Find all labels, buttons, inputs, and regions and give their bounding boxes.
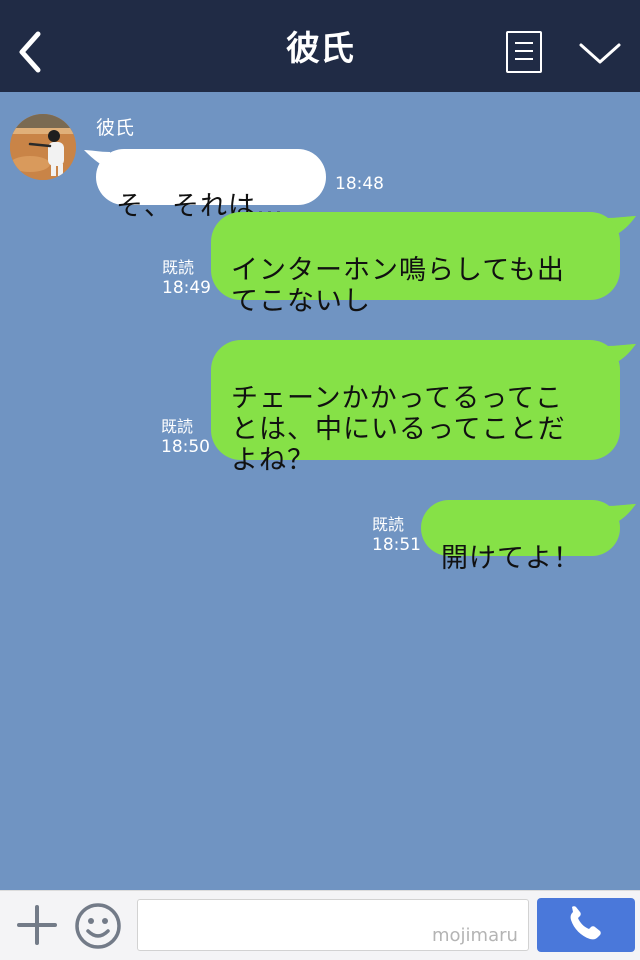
chat-title: 彼氏 [286,29,354,69]
message-bubble-outgoing[interactable]: チェーンかかってるってこ とは、中にいるってことだ よね？ [211,340,620,476]
attach-button[interactable] [16,903,58,947]
message-time: 18:50 [161,437,210,457]
sender-name: 彼氏 [96,117,135,139]
chevron-down-icon [579,43,621,64]
chat-header: 彼氏 [0,0,640,92]
message-time: 18:48 [335,174,384,194]
menu-button[interactable] [506,31,542,73]
watermark: mojimaru [432,925,518,946]
message-meta: 既読 18:50 [161,417,210,457]
message-bubble-incoming[interactable]: そ、それは… [96,149,326,222]
plus-icon [17,905,57,945]
read-status: 既読 [161,417,194,436]
emoji-button[interactable] [74,902,122,950]
call-button[interactable] [537,898,635,952]
message-bubble-outgoing[interactable]: 開けてよ！ [421,500,620,574]
read-status: 既読 [162,258,195,277]
smiley-icon [75,903,121,949]
phone-icon [570,906,601,940]
input-bar: mojimaru [0,890,640,960]
message-bubble-outgoing[interactable]: インターホン鳴らしても出 てこないし [211,212,620,317]
more-button[interactable] [578,38,622,68]
message-time: 18:51 [372,535,421,555]
read-status: 既読 [372,515,405,534]
avatar-photo [10,114,76,180]
message-time: 18:49 [162,278,211,298]
message-text: 開けてよ！ [441,543,581,574]
avatar[interactable] [10,114,76,180]
message-meta: 既読 18:49 [162,258,211,298]
message-meta: 18:48 [335,174,384,194]
message-meta: 既読 18:51 [372,515,421,555]
